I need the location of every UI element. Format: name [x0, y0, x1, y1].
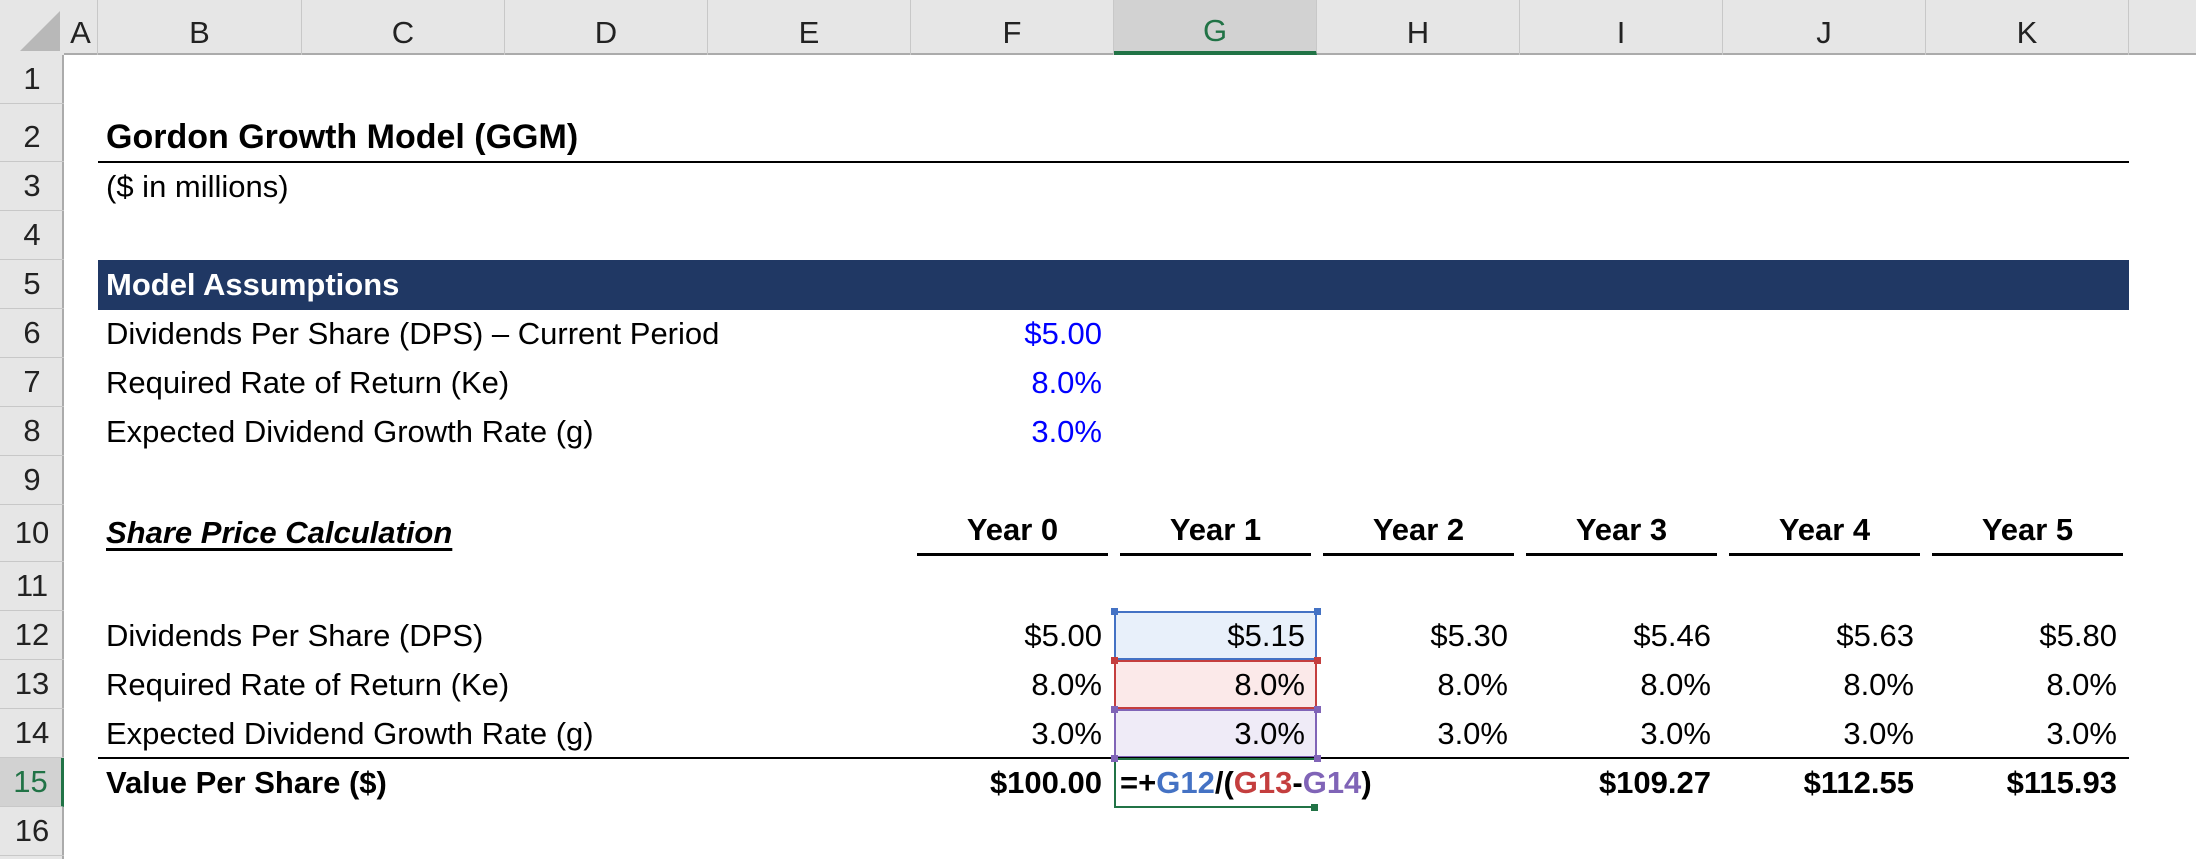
row-header-6[interactable]: 6	[0, 309, 64, 358]
dps-year-2[interactable]: $5.30	[1317, 611, 1520, 660]
range-handle[interactable]	[1111, 706, 1118, 713]
range-handle[interactable]	[1111, 608, 1118, 615]
dps-year-5[interactable]: $5.80	[1926, 611, 2129, 660]
year-header-2[interactable]: Year 2	[1317, 505, 1520, 555]
g-year-2[interactable]: 3.0%	[1317, 709, 1520, 758]
select-all-icon	[20, 11, 60, 51]
column-header-c[interactable]: C	[302, 0, 505, 55]
fill-handle[interactable]	[1311, 804, 1318, 811]
year-header-3[interactable]: Year 3	[1520, 505, 1723, 555]
formula-part-operator: /(	[1214, 764, 1234, 800]
calc-section-header[interactable]: Share Price Calculation	[98, 505, 698, 560]
year-underline	[917, 553, 1108, 556]
formula-ref-g12: G12	[1156, 764, 1215, 800]
calc-label-dps[interactable]: Dividends Per Share (DPS)	[98, 611, 911, 660]
range-handle[interactable]	[1314, 706, 1321, 713]
column-header-h[interactable]: H	[1317, 0, 1520, 55]
range-handle[interactable]	[1314, 755, 1321, 762]
column-header-d[interactable]: D	[505, 0, 708, 55]
range-handle[interactable]	[1111, 755, 1118, 762]
column-header-i[interactable]: I	[1520, 0, 1723, 55]
formula-part-operator: =+	[1120, 764, 1157, 800]
g-year-0[interactable]: 3.0%	[911, 709, 1114, 758]
ke-year-0[interactable]: 8.0%	[911, 660, 1114, 709]
g-year-4[interactable]: 3.0%	[1723, 709, 1926, 758]
row-header-12[interactable]: 12	[0, 611, 64, 660]
assumption-label-g[interactable]: Expected Dividend Growth Rate (g)	[98, 407, 911, 456]
year-header-0[interactable]: Year 0	[911, 505, 1114, 555]
formula-ref-g14: G14	[1302, 764, 1362, 800]
row-header-14[interactable]: 14	[0, 709, 64, 758]
range-handle[interactable]	[1111, 657, 1118, 664]
row-header-2[interactable]: 2	[0, 104, 64, 162]
column-header-b[interactable]: B	[98, 0, 302, 55]
row-header-7[interactable]: 7	[0, 358, 64, 407]
value-per-share-year-5[interactable]: $115.93	[1926, 758, 2129, 807]
formula-part-operator: -	[1292, 764, 1303, 800]
column-header-e[interactable]: E	[708, 0, 911, 55]
year-underline	[1120, 553, 1311, 556]
assumption-input-ke[interactable]: 8.0%	[911, 358, 1114, 407]
assumption-input-g[interactable]: 3.0%	[911, 407, 1114, 456]
model-title[interactable]: Gordon Growth Model (GGM)	[98, 112, 898, 162]
ke-year-1[interactable]: 8.0%	[1114, 660, 1317, 709]
column-header-f[interactable]: F	[911, 0, 1114, 55]
row-header-5[interactable]: 5	[0, 260, 64, 309]
value-per-share-label[interactable]: Value Per Share ($)	[98, 758, 911, 807]
year-header-5[interactable]: Year 5	[1926, 505, 2129, 555]
ke-year-2[interactable]: 8.0%	[1317, 660, 1520, 709]
dps-year-3[interactable]: $5.46	[1520, 611, 1723, 660]
row-header-11[interactable]: 11	[0, 562, 64, 611]
row-header-10[interactable]: 10	[0, 505, 64, 562]
formula-editor[interactable]: =+ G12/(G13- G14)	[1116, 758, 1372, 807]
column-header-k[interactable]: K	[1926, 0, 2129, 55]
ke-year-5[interactable]: 8.0%	[1926, 660, 2129, 709]
year-header-1[interactable]: Year 1	[1114, 505, 1317, 555]
value-per-share-year-3[interactable]: $109.27	[1520, 758, 1723, 807]
row-header-13[interactable]: 13	[0, 660, 64, 709]
calc-label-ke[interactable]: Required Rate of Return (Ke)	[98, 660, 911, 709]
column-header-a[interactable]: A	[64, 0, 98, 55]
value-per-share-year-4[interactable]: $112.55	[1723, 758, 1926, 807]
year-underline	[1526, 553, 1717, 556]
year-underline	[1729, 553, 1920, 556]
dps-year-1[interactable]: $5.15	[1114, 611, 1317, 660]
g-year-1[interactable]: 3.0%	[1114, 709, 1317, 758]
value-per-share-year-0[interactable]: $100.00	[911, 758, 1114, 807]
assumption-label-ke[interactable]: Required Rate of Return (Ke)	[98, 358, 911, 407]
g-year-5[interactable]: 3.0%	[1926, 709, 2129, 758]
select-all-button[interactable]	[0, 0, 64, 55]
row-header-3[interactable]: 3	[0, 162, 64, 211]
column-header-j[interactable]: J	[1723, 0, 1926, 55]
calc-label-g[interactable]: Expected Dividend Growth Rate (g)	[98, 709, 911, 758]
row-header-16[interactable]: 16	[0, 807, 64, 856]
assumption-input-dps[interactable]: $5.00	[911, 309, 1114, 358]
year-underline	[1932, 553, 2123, 556]
assumption-label-dps[interactable]: Dividends Per Share (DPS) – Current Peri…	[98, 309, 911, 358]
row-header-15[interactable]: 15	[0, 758, 64, 807]
year-underline	[1323, 553, 1514, 556]
dps-year-4[interactable]: $5.63	[1723, 611, 1926, 660]
year-header-4[interactable]: Year 4	[1723, 505, 1926, 555]
units-note[interactable]: ($ in millions)	[98, 162, 698, 211]
formula-ref-g13: G13	[1233, 764, 1293, 800]
row-header-9[interactable]: 9	[0, 456, 64, 505]
ke-year-4[interactable]: 8.0%	[1723, 660, 1926, 709]
range-handle[interactable]	[1314, 608, 1321, 615]
range-handle[interactable]	[1314, 657, 1321, 664]
row-header-4[interactable]: 4	[0, 211, 64, 260]
column-header-g[interactable]: G	[1114, 0, 1317, 55]
ke-year-3[interactable]: 8.0%	[1520, 660, 1723, 709]
assumptions-header[interactable]: Model Assumptions	[98, 260, 898, 310]
formula-part-operator: )	[1361, 764, 1372, 800]
dps-year-0[interactable]: $5.00	[911, 611, 1114, 660]
row-header-8[interactable]: 8	[0, 407, 64, 456]
row-header-1[interactable]: 1	[0, 55, 64, 104]
g-year-3[interactable]: 3.0%	[1520, 709, 1723, 758]
